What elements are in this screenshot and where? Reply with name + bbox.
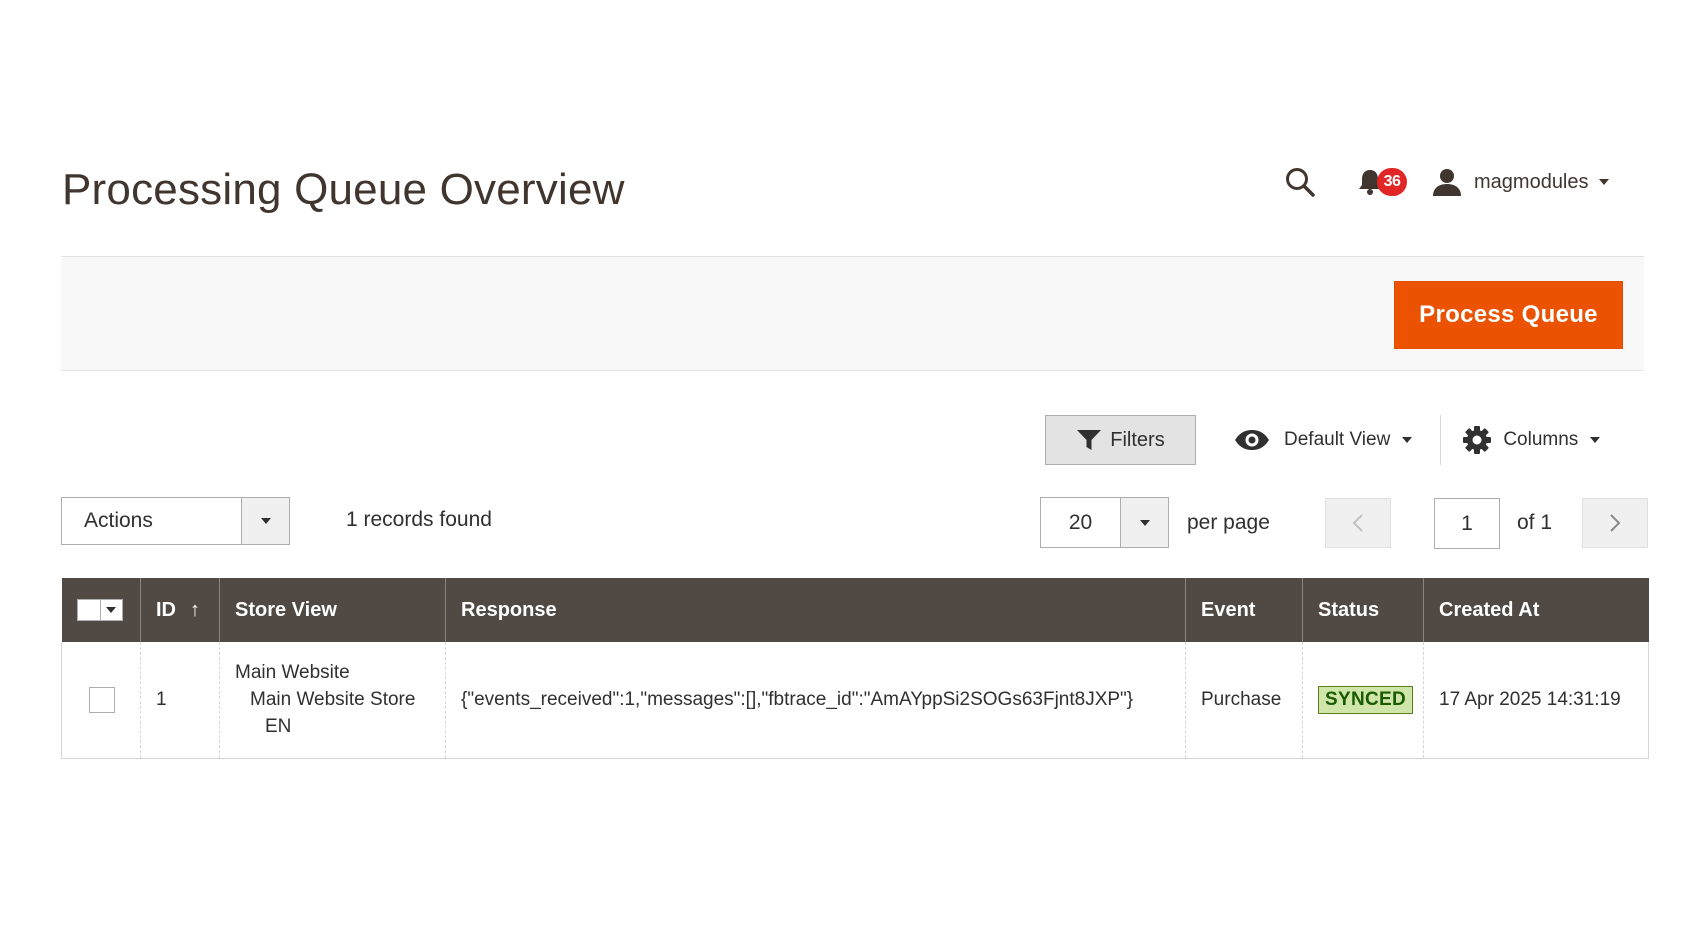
chevron-down-icon [1598, 179, 1609, 185]
column-header-id-label: ID [156, 598, 176, 621]
row-checkbox[interactable] [89, 686, 115, 713]
eye-icon [1235, 430, 1269, 450]
previous-page-button[interactable] [1325, 498, 1391, 548]
row-select-cell [61, 642, 141, 759]
notification-count-badge: 36 [1377, 168, 1407, 196]
controls-divider [1440, 415, 1442, 465]
page-total: of 1 [1517, 511, 1553, 534]
search-icon [1286, 168, 1315, 197]
chevron-left-icon [1352, 514, 1363, 532]
sort-ascending-icon: ↑ [190, 598, 200, 621]
page-actions-bar: Process Queue [61, 256, 1644, 371]
column-header-id[interactable]: ID ↑ [140, 578, 220, 642]
per-page-select[interactable]: 20 [1040, 497, 1169, 548]
user-menu[interactable]: magmodules [1432, 168, 1609, 196]
column-header-event[interactable]: Event [1185, 578, 1303, 642]
per-page-toggle[interactable] [1120, 498, 1168, 547]
mass-select-header [61, 578, 141, 642]
cell-id: 1 [140, 642, 220, 759]
filters-label: Filters [1110, 428, 1165, 451]
filters-button[interactable]: Filters [1045, 415, 1196, 465]
records-found: 1 records found [346, 508, 492, 531]
process-queue-button[interactable]: Process Queue [1394, 281, 1623, 349]
chevron-down-icon [106, 607, 116, 613]
column-header-status[interactable]: Status [1302, 578, 1424, 642]
cell-created-at: 17 Apr 2025 14:31:19 [1423, 642, 1649, 759]
store-view-website: Main Website [235, 662, 350, 684]
filter-icon [1077, 430, 1102, 450]
gear-icon [1463, 426, 1492, 454]
actions-toggle[interactable] [241, 498, 289, 544]
mass-select[interactable] [76, 599, 126, 621]
status-badge: SYNCED [1318, 685, 1413, 714]
columns-switcher[interactable]: Columns [1463, 426, 1601, 454]
actions-label: Actions [84, 509, 153, 532]
page-number-input[interactable] [1434, 498, 1500, 549]
cell-store-view: Main Website Main Website Store EN [219, 642, 446, 759]
columns-label: Columns [1503, 429, 1579, 450]
chevron-right-icon [1610, 514, 1621, 532]
queue-grid: ID ↑ Store View Response Event Status Cre… [61, 578, 1649, 759]
grid-controls: Filters Default View Columns [1045, 415, 1601, 465]
column-header-response[interactable]: Response [445, 578, 1186, 642]
cell-status: SYNCED [1302, 642, 1424, 759]
view-label: Default View [1284, 429, 1391, 450]
mass-select-checkbox[interactable] [76, 599, 101, 621]
view-switcher[interactable]: Default View [1234, 429, 1413, 451]
page-title: Processing Queue Overview [62, 165, 625, 214]
store-view-store: Main Website Store [250, 689, 416, 711]
search-button[interactable] [1280, 162, 1320, 202]
grid-header-row: ID ↑ Store View Response Event Status Cre… [61, 578, 1649, 642]
chevron-down-icon [1402, 437, 1413, 443]
cell-response: {"events_received":1,"messages":[],"fbtr… [445, 642, 1186, 759]
user-icon [1433, 169, 1461, 196]
chevron-down-icon [1590, 437, 1601, 443]
notifications-button[interactable]: 36 [1352, 162, 1407, 202]
actions-dropdown[interactable]: Actions [61, 497, 290, 545]
next-page-button[interactable] [1582, 498, 1648, 548]
chevron-down-icon [260, 518, 271, 524]
user-name: magmodules [1474, 170, 1589, 193]
per-page-value: 20 [1068, 510, 1093, 534]
column-header-store-view[interactable]: Store View [219, 578, 446, 642]
column-header-created-at[interactable]: Created At [1423, 578, 1649, 642]
header-actions: 36 magmodules [1280, 160, 1609, 204]
per-page-label: per page [1187, 511, 1270, 534]
table-row: 1 Main Website Main Website Store EN {"e… [61, 642, 1649, 759]
cell-event: Purchase [1185, 642, 1303, 759]
mass-select-toggle[interactable] [100, 599, 123, 621]
chevron-down-icon [1139, 519, 1150, 526]
store-view-language: EN [265, 716, 292, 738]
